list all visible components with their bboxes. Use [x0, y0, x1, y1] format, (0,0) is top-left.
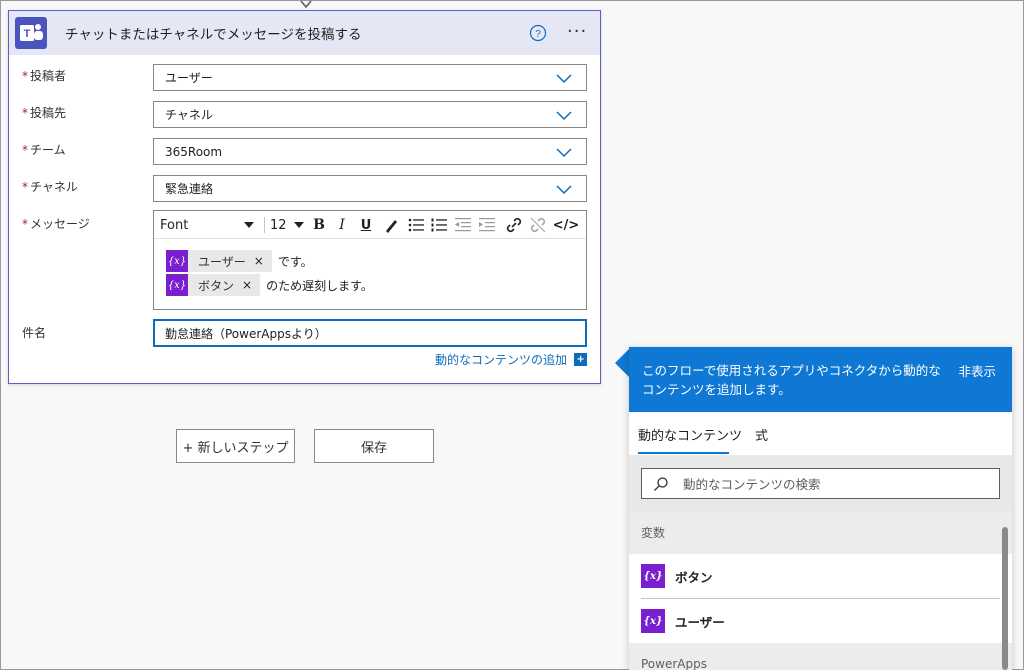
chevron-down-icon	[556, 111, 572, 121]
toolbar-divider	[264, 217, 265, 233]
caret-down-icon	[294, 222, 304, 228]
post-in-label-text: 投稿先	[30, 106, 67, 120]
required-mark: *	[22, 180, 28, 194]
channel-label: * チャネル	[22, 178, 78, 195]
italic-button[interactable]: I	[334, 216, 350, 234]
bold-button[interactable]: B	[310, 216, 328, 234]
hide-panel-button[interactable]: 非表示	[958, 362, 996, 381]
chevron-down-icon	[556, 185, 572, 195]
variable-icon: {x}	[641, 609, 665, 633]
remove-token-icon[interactable]: ×	[254, 254, 264, 268]
remove-token-icon[interactable]: ×	[242, 278, 252, 292]
editor-toolbar: Font 12 B I U </>	[154, 211, 586, 239]
variable-token[interactable]: {x} ユーザー ×	[166, 250, 272, 272]
more-options-icon[interactable]: ···	[567, 21, 587, 42]
chevron-down-icon	[556, 148, 572, 158]
svg-text:?: ?	[535, 29, 541, 40]
panel-scrollbar[interactable]	[1002, 527, 1008, 670]
message-label: * メッセージ	[22, 215, 90, 232]
add-dynamic-content-label: 動的なコンテンツの追加	[435, 353, 568, 367]
post-in-select[interactable]: チャネル	[153, 101, 587, 128]
dynamic-item-user[interactable]: {x} ユーザー	[629, 599, 1012, 643]
caret-down-icon	[244, 222, 254, 228]
poster-value: ユーザー	[165, 71, 213, 85]
save-button[interactable]: 保存	[314, 429, 434, 463]
panel-description: このフローで使用されるアプリやコネクタから動的なコンテンツを追加します。	[642, 363, 941, 397]
search-placeholder: 動的なコンテンツの検索	[683, 477, 821, 492]
svg-text:T: T	[24, 28, 31, 40]
add-dynamic-content-link[interactable]: 動的なコンテンツの追加 +	[435, 351, 588, 368]
font-size-value: 12	[270, 217, 287, 233]
team-label-text: チーム	[30, 143, 66, 157]
card-title: チャットまたはチャネルでメッセージを投稿する	[65, 27, 362, 43]
poster-select[interactable]: ユーザー	[153, 64, 587, 91]
message-line: {x} ユーザー × です。	[166, 250, 313, 272]
link-icon[interactable]	[505, 216, 523, 234]
channel-value: 緊急連絡	[165, 182, 214, 196]
subject-input[interactable]: 勤怠連絡（PowerAppsより）	[153, 319, 587, 347]
code-view-button[interactable]: </>	[553, 216, 580, 234]
variable-icon: {x}	[166, 274, 188, 296]
teams-post-message-card: T チャットまたはチャネルでメッセージを投稿する ? ··· * 投稿者 ユーザー…	[8, 10, 601, 384]
required-mark: *	[22, 69, 28, 83]
section-powerapps: PowerApps	[629, 643, 1012, 670]
font-color-icon[interactable]	[383, 216, 399, 234]
bullet-list-icon[interactable]	[407, 216, 425, 234]
font-value: Font	[160, 217, 189, 233]
dynamic-item-button[interactable]: {x} ボタン	[629, 554, 1012, 598]
unlink-icon[interactable]	[529, 216, 547, 234]
numbered-list-icon[interactable]	[430, 216, 448, 234]
team-label: * チーム	[22, 141, 66, 158]
channel-select[interactable]: 緊急連絡	[153, 175, 587, 202]
panel-tabs: 動的なコンテンツ 式	[629, 412, 1012, 456]
required-mark: *	[22, 106, 28, 120]
variable-token[interactable]: {x} ボタン ×	[166, 274, 261, 296]
message-line: {x} ボタン × のため遅刻します。	[166, 274, 373, 296]
message-label-text: メッセージ	[30, 217, 90, 231]
new-step-button[interactable]: + 新しいステップ	[176, 429, 295, 463]
message-editor[interactable]: Font 12 B I U </> {x} ユーザー × です。 {x} ボタン…	[153, 210, 587, 310]
dynamic-content-search-input[interactable]: 動的なコンテンツの検索	[641, 468, 1000, 499]
post-in-label: * 投稿先	[22, 104, 66, 121]
channel-label-text: チャネル	[30, 180, 78, 194]
increase-indent-icon[interactable]	[478, 216, 496, 234]
message-text: のため遅刻します。	[266, 278, 373, 293]
active-tab-indicator	[638, 452, 729, 454]
subject-label: 件名	[22, 326, 47, 340]
panel-pointer	[615, 349, 629, 377]
variable-icon: {x}	[641, 564, 665, 588]
chevron-down-icon	[556, 74, 572, 84]
search-area: 動的なコンテンツの検索	[629, 456, 1012, 511]
team-select[interactable]: 365Room	[153, 138, 587, 165]
card-header[interactable]: T チャットまたはチャネルでメッセージを投稿する ? ···	[9, 11, 600, 55]
team-value: 365Room	[165, 144, 223, 159]
token-label: ユーザー	[198, 254, 246, 269]
tab-expression[interactable]: 式	[755, 425, 768, 444]
poster-label-text: 投稿者	[30, 69, 67, 83]
font-size-select[interactable]: 12	[270, 216, 304, 234]
item-label: ボタン	[675, 569, 713, 585]
item-label: ユーザー	[675, 614, 725, 630]
token-label: ボタン	[198, 278, 235, 293]
subject-value: 勤怠連絡（PowerAppsより）	[165, 326, 327, 341]
teams-logo-icon: T	[15, 17, 47, 49]
message-text: です。	[277, 254, 313, 269]
panel-header: このフローで使用されるアプリやコネクタから動的なコンテンツを追加します。 非表示	[629, 347, 1012, 412]
underline-button[interactable]: U	[357, 216, 375, 234]
post-in-value: チャネル	[165, 108, 213, 122]
connector-arrow-icon	[300, 0, 312, 9]
add-dynamic-content-icon: +	[574, 353, 588, 366]
help-icon[interactable]: ?	[529, 24, 547, 42]
poster-label: * 投稿者	[22, 67, 66, 84]
section-variables: 変数	[629, 511, 1012, 554]
required-mark: *	[22, 217, 28, 231]
decrease-indent-icon[interactable]	[454, 216, 472, 234]
required-mark: *	[22, 143, 28, 157]
variable-icon: {x}	[166, 250, 188, 272]
dynamic-content-panel: このフローで使用されるアプリやコネクタから動的なコンテンツを追加します。 非表示…	[629, 347, 1012, 670]
tab-dynamic-content[interactable]: 動的なコンテンツ	[638, 425, 742, 444]
font-family-select[interactable]: Font	[160, 216, 260, 234]
search-icon	[654, 476, 668, 491]
